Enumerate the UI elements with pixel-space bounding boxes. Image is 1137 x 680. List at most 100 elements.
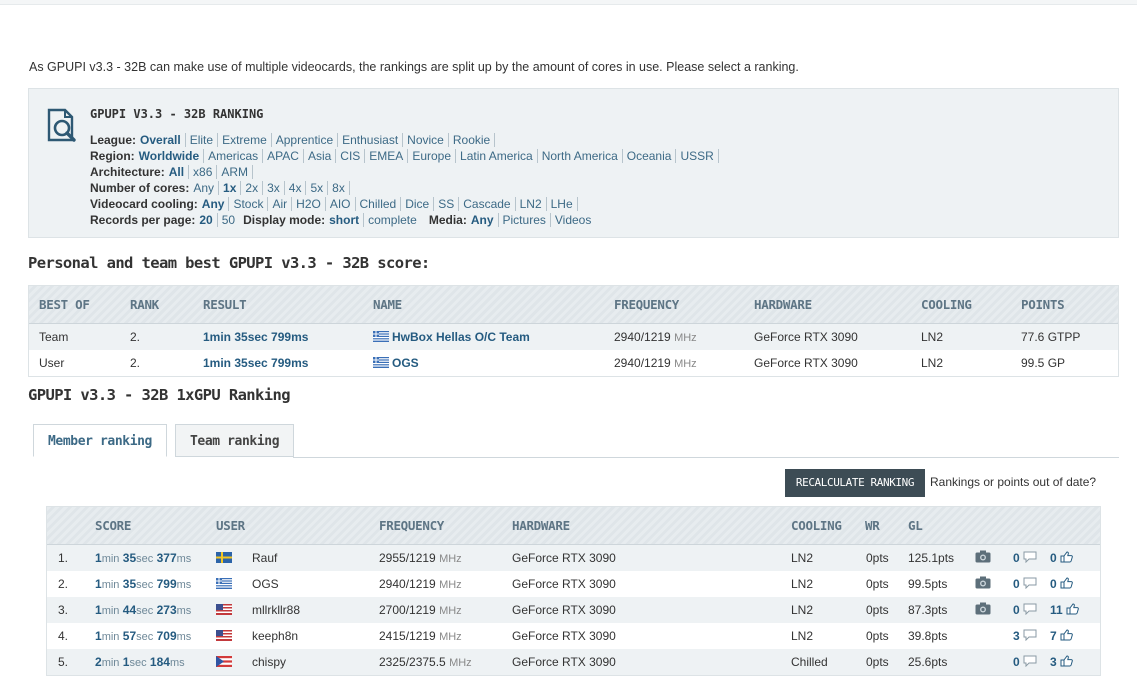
result-link[interactable]: 1min 35sec 799ms (203, 330, 308, 344)
filter-option[interactable]: 3x (263, 181, 285, 195)
user-link[interactable]: chispy (252, 655, 286, 669)
camera-icon[interactable] (975, 576, 991, 592)
camera-icon[interactable] (975, 550, 991, 566)
filter-option[interactable]: LHe (546, 197, 578, 211)
score-link[interactable]: 1min 57sec 709ms (95, 629, 191, 643)
score-link[interactable]: 1min 35sec 377ms (95, 551, 191, 565)
gl-cell: 99.5pts (908, 577, 948, 591)
filter-option[interactable]: Oceania (622, 149, 677, 163)
filter-option[interactable]: Overall (136, 133, 186, 147)
tab-member-ranking[interactable]: Member ranking (33, 424, 167, 457)
filter-option[interactable]: AIO (325, 197, 356, 211)
filter-option[interactable]: 1x (219, 181, 242, 195)
filter-option[interactable]: Rookie (448, 133, 496, 147)
comments-link[interactable]: 0 (1013, 551, 1037, 565)
likes-link[interactable]: 11 (1050, 603, 1079, 617)
filter-option[interactable]: Novice (403, 133, 449, 147)
filter-option[interactable]: Cascade (459, 197, 516, 211)
filter-option[interactable]: 5x (306, 181, 329, 195)
gl-cell: 125.1pts (908, 551, 955, 565)
likes-link[interactable]: 3 (1050, 655, 1073, 669)
recalculate-ranking-button[interactable]: RECALCULATE RANKING (785, 469, 925, 497)
filter-option[interactable]: Dice (401, 197, 435, 211)
filter-option[interactable]: Asia (303, 149, 337, 163)
comments-link[interactable]: 0 (1013, 655, 1037, 669)
filter-option[interactable]: APAC (263, 149, 304, 163)
user-link[interactable]: mllrkllr88 (252, 603, 300, 617)
filter-option[interactable]: short (325, 213, 365, 227)
filter-option[interactable]: 50 (218, 213, 239, 227)
col-frequency: FREQUENCY (614, 297, 680, 312)
filter-option[interactable]: ARM (217, 165, 254, 179)
filter-option[interactable]: Americas (204, 149, 264, 163)
filter-option[interactable]: Extreme (218, 133, 272, 147)
filter-option[interactable]: Any (466, 213, 499, 227)
likes-link[interactable]: 0 (1050, 577, 1073, 591)
col-result: RESULT (203, 297, 247, 312)
hardware-cell: GeForce RTX 3090 (754, 356, 858, 370)
filter-option[interactable]: H2O (292, 197, 326, 211)
filter-option[interactable]: Europe (408, 149, 457, 163)
likes-link[interactable]: 7 (1050, 629, 1073, 643)
tab-team-ranking[interactable]: Team ranking (175, 424, 295, 457)
score-link[interactable]: 1min 35sec 799ms (95, 577, 191, 591)
score-sec: 57 (122, 629, 137, 643)
filter-option[interactable]: Latin America (456, 149, 538, 163)
frequency-value: 2940/1219 (614, 356, 675, 370)
filter-option[interactable]: Worldwide (134, 149, 205, 163)
filter-option[interactable]: SS (434, 197, 460, 211)
frequency-value: 2415/1219 (379, 629, 440, 643)
hardware-cell: GeForce RTX 3090 (512, 629, 616, 643)
score-ms-unit: ms (176, 553, 192, 565)
filter-option[interactable]: Chilled (355, 197, 402, 211)
score-link[interactable]: 2min 1sec 184ms (95, 655, 185, 669)
filter-option[interactable]: Air (268, 197, 293, 211)
filter-option[interactable]: Any (189, 181, 220, 195)
filter-option[interactable]: complete (364, 213, 421, 227)
filter-option[interactable]: USSR (676, 149, 719, 163)
filter-row: Number of cores: Any 1x 2x 3x 4x 5x 8x (90, 180, 350, 196)
filter-option[interactable]: Stock (229, 197, 269, 211)
filter-option[interactable]: 2x (241, 181, 264, 195)
user-link[interactable]: keeph8n (252, 629, 298, 643)
comments-link[interactable]: 0 (1013, 577, 1037, 591)
filter-option[interactable]: EMEA (365, 149, 409, 163)
filter-option[interactable]: Enthusiast (338, 133, 404, 147)
filter-option[interactable]: Any (197, 197, 230, 211)
filter-option[interactable]: Pictures (498, 213, 551, 227)
filter-option[interactable]: 20 (195, 213, 218, 227)
filter-option[interactable]: x86 (189, 165, 218, 179)
filter-option[interactable]: Videos (551, 213, 595, 227)
name-link[interactable]: HwBox Hellas O/C Team (373, 330, 530, 344)
greece-flag-icon (373, 331, 389, 342)
frequency-unit: MHz (439, 579, 462, 591)
frequency-value: 2700/1219 (379, 603, 440, 617)
score-min: 1 (95, 577, 102, 591)
comments-link[interactable]: 0 (1013, 603, 1037, 617)
user-link[interactable]: OGS (252, 577, 279, 591)
filter-option[interactable]: Apprentice (271, 133, 339, 147)
hardware-cell: GeForce RTX 3090 (512, 603, 616, 617)
score-min-unit: min (101, 579, 120, 591)
filter-option[interactable]: 8x (328, 181, 350, 195)
comments-link[interactable]: 3 (1013, 629, 1037, 643)
frequency-value: 2940/1219 (379, 577, 440, 591)
user-link[interactable]: Rauf (252, 551, 277, 565)
filter-option[interactable]: 4x (284, 181, 307, 195)
rank-cell: 2. (130, 356, 141, 370)
filter-option[interactable]: North America (537, 149, 623, 163)
like-count: 0 (1050, 577, 1057, 591)
likes-link[interactable]: 0 (1050, 551, 1073, 565)
name-link[interactable]: OGS (373, 356, 419, 370)
filter-option[interactable]: LN2 (515, 197, 547, 211)
filter-option[interactable]: All (164, 165, 190, 179)
records-label: Records per page: (90, 213, 196, 227)
score-link[interactable]: 1min 44sec 273ms (95, 603, 191, 617)
filter-option[interactable]: CIS (336, 149, 366, 163)
result-link[interactable]: 1min 35sec 799ms (203, 356, 308, 370)
camera-icon[interactable] (975, 602, 991, 618)
score-sec-unit: sec (136, 631, 154, 643)
filter-option[interactable]: Elite (185, 133, 219, 147)
frequency-value: 2325/2375.5 (379, 655, 450, 669)
records-display-media-row: Records per page: 20 50 Display mode: short c… (90, 212, 595, 228)
